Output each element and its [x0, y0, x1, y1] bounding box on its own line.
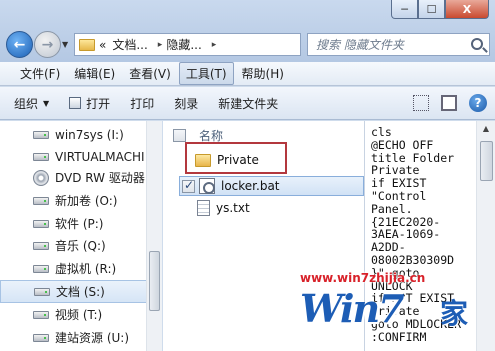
annotation-highlight: [185, 142, 287, 174]
new-folder-button[interactable]: 新建文件夹: [218, 95, 278, 112]
window-controls: ─ ☐ X: [391, 0, 489, 19]
chevron-down-icon: ▼: [43, 98, 50, 108]
menu-help[interactable]: 帮助(H): [236, 63, 290, 84]
search-icon[interactable]: [471, 38, 483, 50]
nav-pane-scrollbar[interactable]: [146, 121, 162, 351]
title-bar: ─ ☐ X ← → ▼ « 文档... ▸ 隐藏... ▸ ▼ ↻ 搜索 隐藏文…: [0, 0, 495, 62]
navigation-row: ← → ▼ « 文档... ▸ 隐藏... ▸ ▼ ↻ 搜索 隐藏文件夹: [0, 26, 495, 58]
burn-button[interactable]: 刻录: [174, 95, 198, 112]
dvd-icon: [33, 169, 49, 186]
drive-icon: [33, 333, 49, 342]
minimize-button[interactable]: ─: [391, 0, 418, 19]
address-bar[interactable]: « 文档... ▸ 隐藏... ▸ ▼ ↻: [74, 33, 372, 56]
menu-bar: 文件(F) 编辑(E) 查看(V) 工具(T) 帮助(H): [0, 62, 495, 86]
recent-pages-dropdown[interactable]: ▼: [62, 40, 68, 49]
select-all-checkbox[interactable]: [173, 129, 186, 142]
search-input[interactable]: 搜索 隐藏文件夹: [307, 33, 490, 56]
nav-item-drive-r[interactable]: 虚拟机 (R:): [0, 257, 148, 280]
scrollbar-thumb[interactable]: [480, 141, 493, 181]
batch-file-icon: [199, 178, 215, 194]
breadcrumb-separator[interactable]: ▸: [212, 40, 217, 50]
breadcrumb-overflow[interactable]: «: [99, 38, 106, 52]
nav-item-label: DVD RW 驱动器: [55, 171, 145, 185]
watermark-char: 家: [440, 297, 469, 330]
nav-item-label: 音乐 (Q:): [55, 239, 106, 253]
menu-tools[interactable]: 工具(T): [178, 62, 234, 85]
file-checkbox[interactable]: [182, 178, 195, 193]
menu-edit[interactable]: 编辑(E): [68, 63, 121, 84]
command-bar: 组织 ▼ 打开 打印 刻录 新建文件夹 ?: [0, 87, 495, 120]
menu-view[interactable]: 查看(V): [123, 63, 177, 84]
file-row-ys[interactable]: ys.txt: [197, 200, 250, 216]
nav-item-label: 新加卷 (O:): [55, 194, 118, 208]
folder-icon: [79, 38, 95, 51]
breadcrumb-documents[interactable]: 文档...: [112, 36, 147, 53]
close-button[interactable]: X: [445, 0, 489, 19]
nav-item-drive-o[interactable]: 新加卷 (O:): [0, 189, 148, 212]
nav-item-label: 虚拟机 (R:): [55, 262, 117, 276]
change-view-icon[interactable]: [413, 95, 429, 111]
drive-icon: [33, 196, 49, 205]
open-icon: [69, 97, 82, 109]
file-name: ys.txt: [216, 201, 250, 215]
organize-label: 组织: [14, 96, 39, 111]
nav-item-drive-p[interactable]: 软件 (P:): [0, 212, 148, 235]
scroll-up-icon[interactable]: ▲: [481, 124, 491, 134]
open-button[interactable]: 打开: [69, 95, 110, 112]
nav-item-label: VIRTUALMACHI: [55, 149, 145, 164]
file-name: locker.bat: [221, 179, 280, 193]
print-button[interactable]: 打印: [130, 95, 154, 112]
scrollbar-thumb[interactable]: [149, 251, 160, 311]
drive-icon: [33, 152, 49, 161]
file-row-locker[interactable]: locker.bat: [179, 176, 364, 196]
nav-item-dvd[interactable]: DVD RW 驱动器: [0, 166, 148, 189]
breadcrumb-hidden[interactable]: 隐藏...: [166, 36, 201, 53]
breadcrumb-separator[interactable]: ▸: [158, 40, 163, 50]
nav-item-label: 文档 (S:): [56, 285, 105, 299]
navigation-pane: win7sys (I:) VIRTUALMACHI DVD RW 驱动器 新加卷…: [0, 121, 162, 351]
nav-item-drive-i[interactable]: win7sys (I:): [0, 123, 148, 146]
nav-item-label: win7sys (I:): [55, 127, 124, 142]
drive-icon: [33, 241, 49, 250]
nav-item-drive-u[interactable]: 建站资源 (U:): [0, 326, 148, 349]
nav-item-label: 软件 (P:): [55, 217, 104, 231]
back-button[interactable]: ←: [6, 31, 33, 58]
drive-icon: [33, 310, 49, 319]
drive-icon: [34, 287, 50, 296]
help-icon[interactable]: ?: [469, 94, 487, 112]
nav-item-label: 建站资源 (U:): [55, 331, 130, 345]
nav-item-drive-s[interactable]: 文档 (S:): [0, 280, 148, 303]
nav-item-drive-t[interactable]: 视频 (T:): [0, 303, 148, 326]
preview-pane-icon[interactable]: [441, 95, 457, 111]
text-file-icon: [197, 200, 210, 216]
drive-icon: [33, 130, 49, 139]
drive-icon: [33, 219, 49, 228]
view-controls: ?: [401, 94, 487, 112]
nav-item-label: 视频 (T:): [55, 308, 103, 322]
maximize-button[interactable]: ☐: [418, 0, 445, 19]
open-label: 打开: [86, 96, 111, 111]
forward-button[interactable]: →: [34, 31, 61, 58]
nav-item-drive-q[interactable]: 音乐 (Q:): [0, 234, 148, 257]
watermark-url: www.win7zhijia.cn: [300, 271, 426, 285]
drive-icon: [33, 264, 49, 273]
organize-button[interactable]: 组织 ▼: [14, 95, 49, 112]
nav-item-virtualmachine[interactable]: VIRTUALMACHI: [0, 145, 148, 168]
watermark-logo: Win7: [300, 286, 405, 331]
preview-scrollbar[interactable]: ▲: [476, 121, 495, 351]
menu-file[interactable]: 文件(F): [14, 63, 66, 84]
